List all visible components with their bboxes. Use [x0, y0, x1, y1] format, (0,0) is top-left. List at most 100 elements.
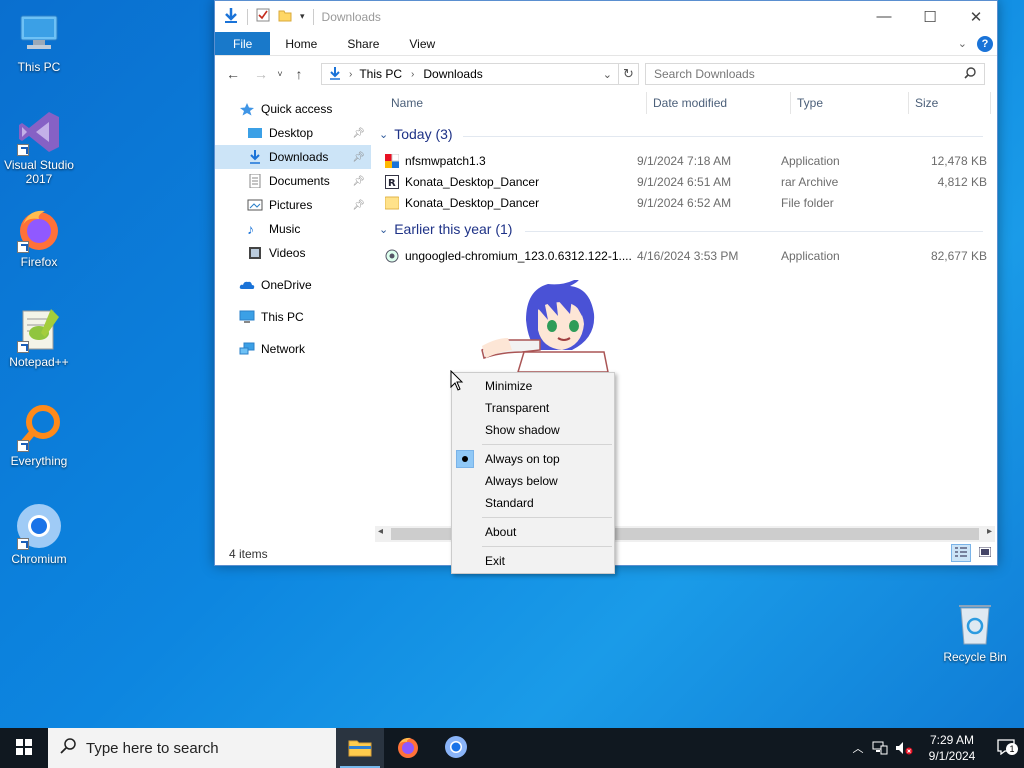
help-icon[interactable]: ? — [977, 35, 993, 52]
network-status-icon[interactable] — [868, 741, 892, 755]
search-box[interactable]: Search Downloads — [645, 63, 985, 85]
nav-music[interactable]: ♪ Music — [215, 217, 371, 241]
start-button[interactable] — [0, 728, 48, 768]
pin-icon[interactable]: 📌︎ — [352, 176, 365, 187]
nav-pictures[interactable]: Pictures 📌︎ — [215, 193, 371, 217]
folder-icon — [384, 196, 400, 210]
menu-item-about[interactable]: About — [452, 521, 614, 543]
file-row[interactable]: nfsmwpatch1.3 9/1/2024 7:18 AM Applicati… — [385, 150, 989, 171]
computer-icon — [239, 310, 255, 324]
pin-icon[interactable]: 📌︎ — [352, 200, 365, 211]
details-view-button[interactable] — [951, 544, 971, 562]
videos-icon — [247, 246, 263, 260]
maximize-button[interactable]: ☐ — [907, 1, 953, 32]
group-label: Earlier this year (1) — [394, 221, 513, 237]
tab-view[interactable]: View — [394, 32, 450, 55]
ribbon-tabs: File Home Share View ⌄ ? — [215, 32, 997, 56]
nav-label: Videos — [269, 246, 306, 260]
documents-icon — [247, 173, 263, 189]
nav-this-pc[interactable]: This PC — [215, 305, 371, 329]
file-date: 9/1/2024 6:51 AM — [637, 174, 732, 189]
column-header-name[interactable]: Name — [385, 92, 647, 114]
desktop-icon-visual-studio[interactable]: Visual Studio 2017 — [1, 108, 77, 186]
notification-center-button[interactable]: 1 — [988, 738, 1024, 758]
file-row[interactable]: Konata_Desktop_Dancer 9/1/2024 6:52 AM F… — [384, 192, 989, 213]
breadcrumb-this-pc[interactable]: This PC — [359, 67, 402, 81]
nav-videos[interactable]: Videos — [215, 241, 371, 265]
desktop-icon-firefox[interactable]: Firefox — [1, 205, 77, 269]
nav-desktop[interactable]: Desktop 📌︎ — [215, 121, 371, 145]
new-folder-icon[interactable] — [278, 8, 292, 25]
dancer-context-menu: Minimize Transparent Show shadow Always … — [451, 372, 615, 574]
chromium-icon — [15, 502, 63, 550]
taskbar-firefox[interactable] — [384, 728, 432, 768]
nav-downloads[interactable]: Downloads 📌︎ — [215, 145, 371, 169]
menu-item-always-on-top[interactable]: Always on top — [452, 448, 614, 470]
address-bar[interactable]: › This PC › Downloads ⌄ ↻ — [321, 63, 639, 85]
group-header-earlier-this-year[interactable]: ⌄ Earlier this year (1) — [379, 221, 983, 237]
taskbar-chromium[interactable] — [432, 728, 480, 768]
show-hidden-icons-icon[interactable]: ︿ — [848, 740, 868, 756]
close-button[interactable]: ✕ — [953, 1, 999, 32]
desktop-icon-chromium[interactable]: Chromium — [1, 502, 77, 566]
tab-file[interactable]: File — [215, 32, 271, 55]
nav-onedrive[interactable]: OneDrive — [215, 273, 371, 297]
up-arrow-icon: ↑ — [295, 66, 303, 82]
tab-home[interactable]: Home — [270, 32, 332, 55]
taskbar-search-box[interactable]: Type here to search — [48, 728, 336, 768]
tab-share[interactable]: Share — [332, 32, 394, 55]
desktop-dancer-character[interactable] — [478, 278, 618, 373]
group-header-today[interactable]: ⌄ Today (3) — [379, 126, 983, 142]
recent-locations-button[interactable]: ˅ — [273, 69, 287, 79]
nav-label: Documents — [269, 174, 330, 188]
chromium-icon — [444, 735, 468, 762]
volume-muted-icon[interactable] — [892, 741, 916, 755]
nav-quick-access[interactable]: Quick access — [215, 97, 371, 121]
column-header-type[interactable]: Type — [791, 92, 909, 114]
shortcut-arrow-icon — [17, 341, 29, 353]
installer-icon — [385, 249, 399, 263]
pin-icon[interactable]: 📌︎ — [352, 152, 365, 163]
taskbar-file-explorer[interactable] — [336, 728, 384, 768]
star-icon — [239, 102, 255, 116]
nav-network[interactable]: Network — [215, 337, 371, 361]
menu-item-standard[interactable]: Standard — [452, 492, 614, 514]
desktop-icon-this-pc[interactable]: This PC — [1, 10, 77, 74]
minimize-button[interactable]: — — [861, 1, 907, 32]
menu-item-show-shadow[interactable]: Show shadow — [452, 419, 614, 441]
desktop-icon-everything[interactable]: Everything — [1, 404, 77, 468]
refresh-button[interactable]: ↻ — [618, 64, 638, 84]
address-dropdown-icon[interactable]: ⌄ — [603, 68, 612, 81]
desktop-icon-recycle-bin[interactable]: Recycle Bin — [937, 600, 1013, 664]
desktop-icon-label: Notepad++ — [9, 355, 69, 369]
search-input[interactable]: Search Downloads — [654, 67, 755, 81]
properties-icon[interactable] — [256, 8, 270, 25]
menu-item-transparent[interactable]: Transparent — [452, 397, 614, 419]
file-explorer-icon — [348, 737, 372, 760]
quick-access-toolbar-dropdown-icon[interactable]: ▾ — [300, 11, 305, 22]
pin-icon[interactable]: 📌︎ — [352, 128, 365, 139]
menu-item-minimize[interactable]: Minimize — [452, 375, 614, 397]
expand-ribbon-icon[interactable]: ⌄ — [958, 37, 967, 50]
back-button[interactable]: ← — [221, 66, 245, 82]
column-header-size[interactable]: Size — [909, 92, 991, 114]
file-row[interactable]: R Konata_Desktop_Dancer 9/1/2024 6:51 AM… — [385, 171, 989, 192]
menu-item-always-below[interactable]: Always below — [452, 470, 614, 492]
nav-documents[interactable]: Documents 📌︎ — [215, 169, 371, 193]
large-icons-view-icon — [978, 546, 992, 560]
taskbar-search-input[interactable]: Type here to search — [86, 740, 219, 757]
file-row[interactable]: ungoogled-chromium_123.0.6312.122-1.... … — [385, 245, 989, 266]
up-button[interactable]: ↑ — [287, 66, 311, 82]
menu-item-exit[interactable]: Exit — [452, 550, 614, 572]
desktop-icon-notepadpp[interactable]: Notepad++ — [1, 305, 77, 369]
large-icons-view-button[interactable] — [975, 544, 995, 562]
breadcrumb-downloads[interactable]: Downloads — [423, 67, 482, 81]
group-label: Today (3) — [394, 126, 453, 142]
clock[interactable]: 7:29 AM 9/1/2024 — [916, 732, 988, 764]
scroll-right-icon[interactable]: ▸ — [987, 526, 992, 537]
chevron-down-icon: ⌄ — [379, 223, 389, 236]
column-header-date-modified[interactable]: Date modified — [647, 92, 791, 114]
chevron-down-icon: ˅ — [277, 69, 283, 79]
scroll-left-icon[interactable]: ◂ — [378, 526, 383, 537]
forward-button[interactable]: → — [249, 66, 273, 82]
